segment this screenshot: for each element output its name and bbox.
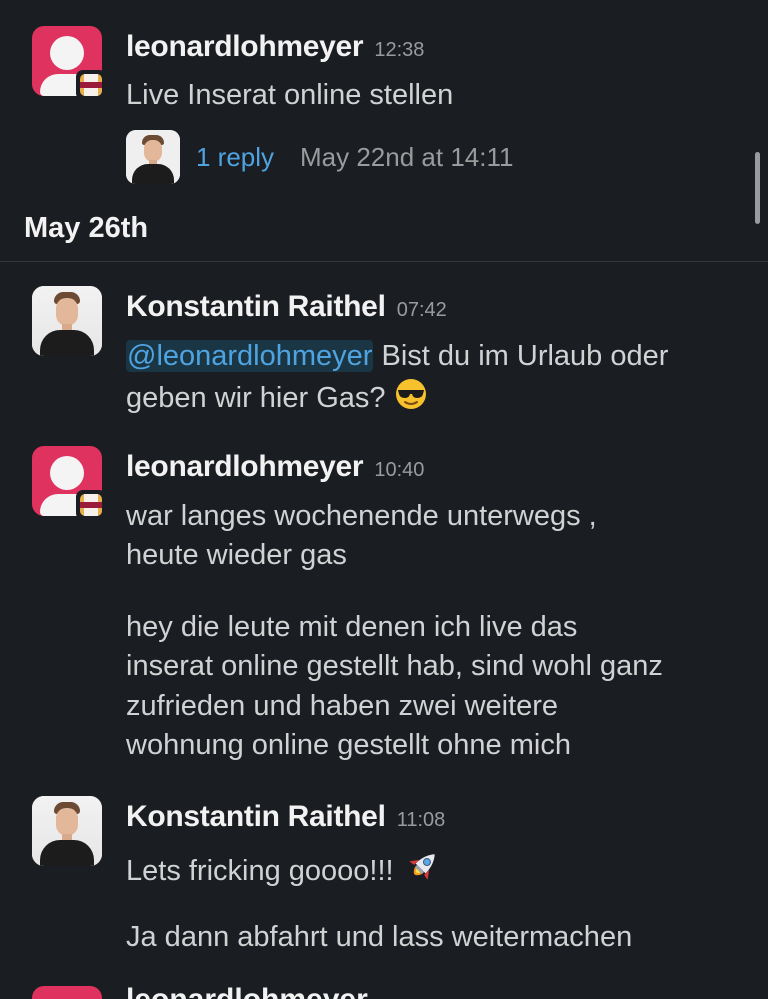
sunglasses-emoji-icon <box>394 377 428 422</box>
message-text-line: heute wieder gas <box>126 539 347 571</box>
message-text-segment: Lets fricking goooo!!! <box>126 855 394 888</box>
message-text-segment: geben wir hier Gas? <box>126 382 386 415</box>
workspace-badge-icon <box>76 490 106 520</box>
message-timestamp[interactable]: 11:08 <box>397 809 446 831</box>
date-divider-label[interactable]: May 26th <box>24 212 148 245</box>
avatar[interactable] <box>32 986 102 999</box>
message-timestamp[interactable]: 12:38 <box>374 39 424 61</box>
rocket-emoji-icon <box>402 847 442 898</box>
message-text-line: geben wir hier Gas? <box>126 377 428 422</box>
author-name[interactable]: Konstantin Raithel <box>126 800 386 833</box>
author-name[interactable]: leonardlohmeyer <box>126 980 368 999</box>
message-text-line: war langes wochenende unterwegs , <box>126 500 597 532</box>
avatar[interactable] <box>32 26 106 100</box>
message-text-line: @leonardlohmeyer Bist du im Urlaub oder <box>126 337 668 376</box>
author-name[interactable]: leonardlohmeyer <box>126 450 364 483</box>
author-name[interactable]: Konstantin Raithel <box>126 290 386 323</box>
avatar[interactable] <box>32 446 106 520</box>
message-text: Live Inserat online stellen <box>126 79 454 111</box>
message-text-line: zufrieden und haben zwei weitere <box>126 690 559 722</box>
avatar[interactable] <box>32 796 102 866</box>
user-mention[interactable]: @leonardlohmeyer <box>126 340 374 372</box>
message-timestamp[interactable]: 10:40 <box>374 459 424 481</box>
message-text-line: Lets fricking goooo!!! <box>126 847 442 898</box>
avatar-head-shape <box>50 456 84 490</box>
message-text-segment: Bist du im Urlaub oder <box>373 340 669 372</box>
author-name[interactable]: leonardlohmeyer <box>126 30 364 63</box>
avatar-head-shape <box>50 36 84 70</box>
message-timestamp[interactable]: 07:42 <box>397 299 447 321</box>
message-text-line: hey die leute mit denen ich live das <box>126 611 578 643</box>
last-reply-date: May 22nd at 14:11 <box>300 142 514 172</box>
divider-line <box>0 261 768 262</box>
scrollbar-thumb[interactable] <box>755 152 760 224</box>
date-divider: May 26th <box>0 206 768 262</box>
message-text-line: wohnung online gestellt ohne mich <box>126 729 571 761</box>
message-header: Konstantin Raithel 11:08 <box>126 800 445 834</box>
reply-avatar <box>126 130 180 184</box>
message-header: leonardlohmeyer 10:40 <box>126 450 424 484</box>
message-text-line: Ja dann abfahrt und lass weitermachen <box>126 921 633 953</box>
message-list: leonardlohmeyer 12:38 Live Inserat onlin… <box>0 0 768 999</box>
reply-count-link[interactable]: 1 reply <box>196 142 274 173</box>
message-text-line: inserat online gestellt hab, sind wohl g… <box>126 650 663 682</box>
message-header: leonardlohmeyer 12:38 <box>126 30 424 64</box>
message-header: Konstantin Raithel 07:42 <box>126 290 447 324</box>
avatar[interactable] <box>32 286 102 356</box>
workspace-badge-icon <box>76 70 106 100</box>
